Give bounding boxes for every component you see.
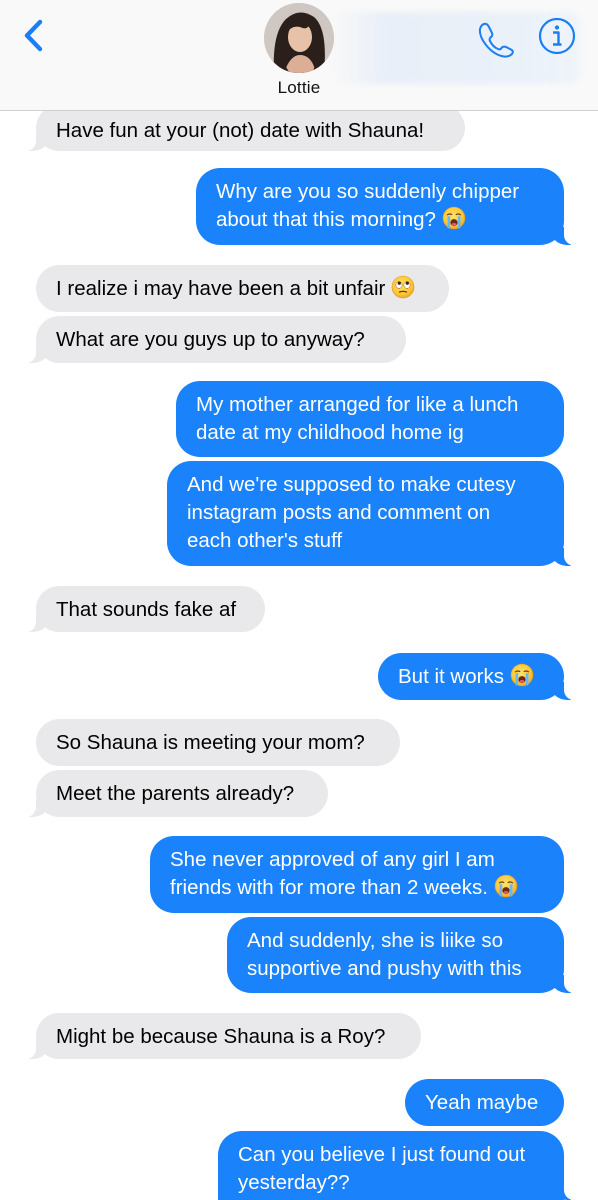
message-text: Meet the parents already? [56,782,295,805]
message-sent[interactable]: But it works [378,653,579,700]
phone-icon [478,22,514,58]
message-line: yesterday?? [238,1171,350,1194]
message-text: So Shauna is meeting your mom? [56,731,365,754]
message-text: Have fun at your (not) date with Shauna! [56,119,425,142]
message-line: date at my childhood home ig [196,421,464,444]
message-sent[interactable]: Why are you so suddenly chipper about th… [196,168,579,245]
message-received[interactable]: So Shauna is meeting your mom? [36,719,400,766]
message-text: What are you guys up to anyway? [56,328,365,351]
message-received[interactable]: That sounds fake af [21,586,265,632]
message-text: But it works [398,665,504,688]
message-received[interactable]: What are you guys up to anyway? [21,316,406,363]
message-line: supportive and pushy with this [247,957,522,980]
message-sent[interactable]: My mother arranged for like a lunch date… [176,381,564,457]
info-icon [538,17,576,55]
avatar[interactable] [264,3,334,73]
message-line: She never approved of any girl I am [170,848,495,871]
message-received[interactable]: Have fun at your (not) date with Shauna! [21,105,465,151]
message-received[interactable]: I realize i may have been a bit unfair [36,265,449,312]
loudly-crying-face-icon [494,874,518,898]
message-received[interactable]: Might be because Shauna is a Roy? [21,1013,421,1059]
message-line: And we're supposed to make cutesy [187,473,516,496]
contact-photo [264,3,334,73]
conversation-header: Lottie [0,0,598,111]
loudly-crying-face-icon [510,663,534,687]
back-button[interactable] [14,16,54,56]
message-line: about that this morning? [216,208,436,231]
message-text: Might be because Shauna is a Roy? [56,1025,386,1048]
loudly-crying-face-icon [442,206,466,230]
message-line: My mother arranged for like a lunch [196,393,519,416]
message-text: Yeah maybe [425,1091,539,1114]
message-sent[interactable]: And suddenly, she is liike so supportive… [227,917,579,993]
message-line: instagram posts and comment on [187,501,491,524]
message-line: Can you believe I just found out [238,1143,526,1166]
contact-name[interactable]: Lottie [0,78,598,98]
message-text: That sounds fake af [56,598,237,621]
message-sent[interactable]: Yeah maybe [405,1079,564,1126]
message-thread: Have fun at your (not) date with Shauna!… [0,0,598,1200]
message-sent[interactable]: Can you believe I just found out yesterd… [218,1131,579,1200]
message-sent[interactable]: And we're supposed to make cutesy instag… [167,461,579,566]
face-with-rolling-eyes-icon [391,275,415,299]
message-text: I realize i may have been a bit unfair [56,277,386,300]
message-line: friends with for more than 2 weeks. [170,876,488,899]
info-button[interactable] [537,16,577,56]
message-line: And suddenly, she is liike so [247,929,504,952]
message-received[interactable]: Meet the parents already? [21,770,328,817]
message-line: Why are you so suddenly chipper [216,180,520,203]
chevron-left-icon [24,19,43,52]
phone-button[interactable] [474,18,516,60]
message-line: each other's stuff [187,529,343,552]
message-sent[interactable]: She never approved of any girl I am frie… [150,836,564,913]
